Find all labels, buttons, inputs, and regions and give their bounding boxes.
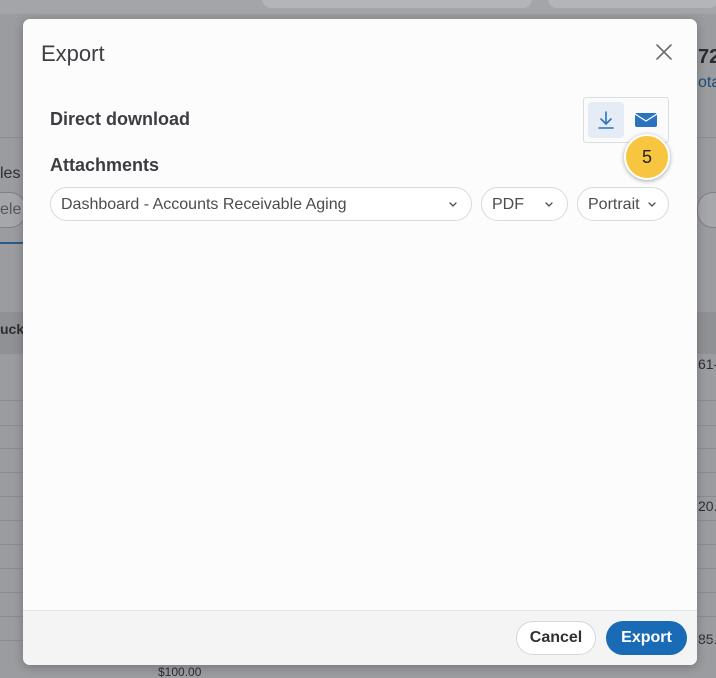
direct-download-label: Direct download	[50, 109, 191, 129]
format-select-value: PDF	[492, 196, 524, 213]
background-number: 72	[698, 46, 716, 68]
close-icon	[656, 44, 672, 60]
chevron-down-icon	[545, 202, 553, 207]
dashboard-select[interactable]: Dashboard - Accounts Receivable Aging	[50, 187, 472, 221]
background-cell: 20.	[698, 498, 716, 514]
background-tab-indicator	[0, 242, 24, 244]
orientation-select-value: Portrait	[588, 196, 640, 213]
step-number-badge: 5	[624, 134, 670, 180]
background-link: ota	[698, 74, 716, 91]
download-icon	[598, 111, 614, 129]
orientation-select[interactable]: Portrait	[577, 187, 669, 221]
background-pill	[262, 0, 532, 8]
background-label: les	[0, 165, 21, 182]
dialog-title: Export	[41, 41, 105, 66]
dialog-footer: Cancel Export	[23, 610, 697, 665]
attachments-label: Attachments	[50, 155, 160, 175]
background-input	[697, 192, 716, 228]
background-pill	[548, 0, 716, 8]
download-option-button[interactable]	[588, 102, 624, 138]
chevron-down-icon	[449, 202, 457, 207]
cancel-button[interactable]: Cancel	[516, 621, 596, 655]
background-column-header: uck	[0, 321, 25, 337]
chevron-down-icon	[648, 202, 656, 207]
export-dialog: Export Direct download 5 Attachments Das…	[23, 19, 697, 665]
email-icon	[634, 113, 658, 127]
close-button[interactable]	[653, 41, 675, 63]
background-input-text: ele	[0, 201, 22, 218]
dashboard-select-value: Dashboard - Accounts Receivable Aging	[61, 196, 347, 213]
background-cell: $100.00	[158, 665, 202, 678]
background-cell: 85.	[698, 631, 716, 647]
export-button[interactable]: Export	[606, 621, 687, 655]
background-cell: 61-	[698, 356, 716, 372]
format-select[interactable]: PDF	[481, 187, 568, 221]
email-option-button[interactable]	[628, 102, 664, 138]
